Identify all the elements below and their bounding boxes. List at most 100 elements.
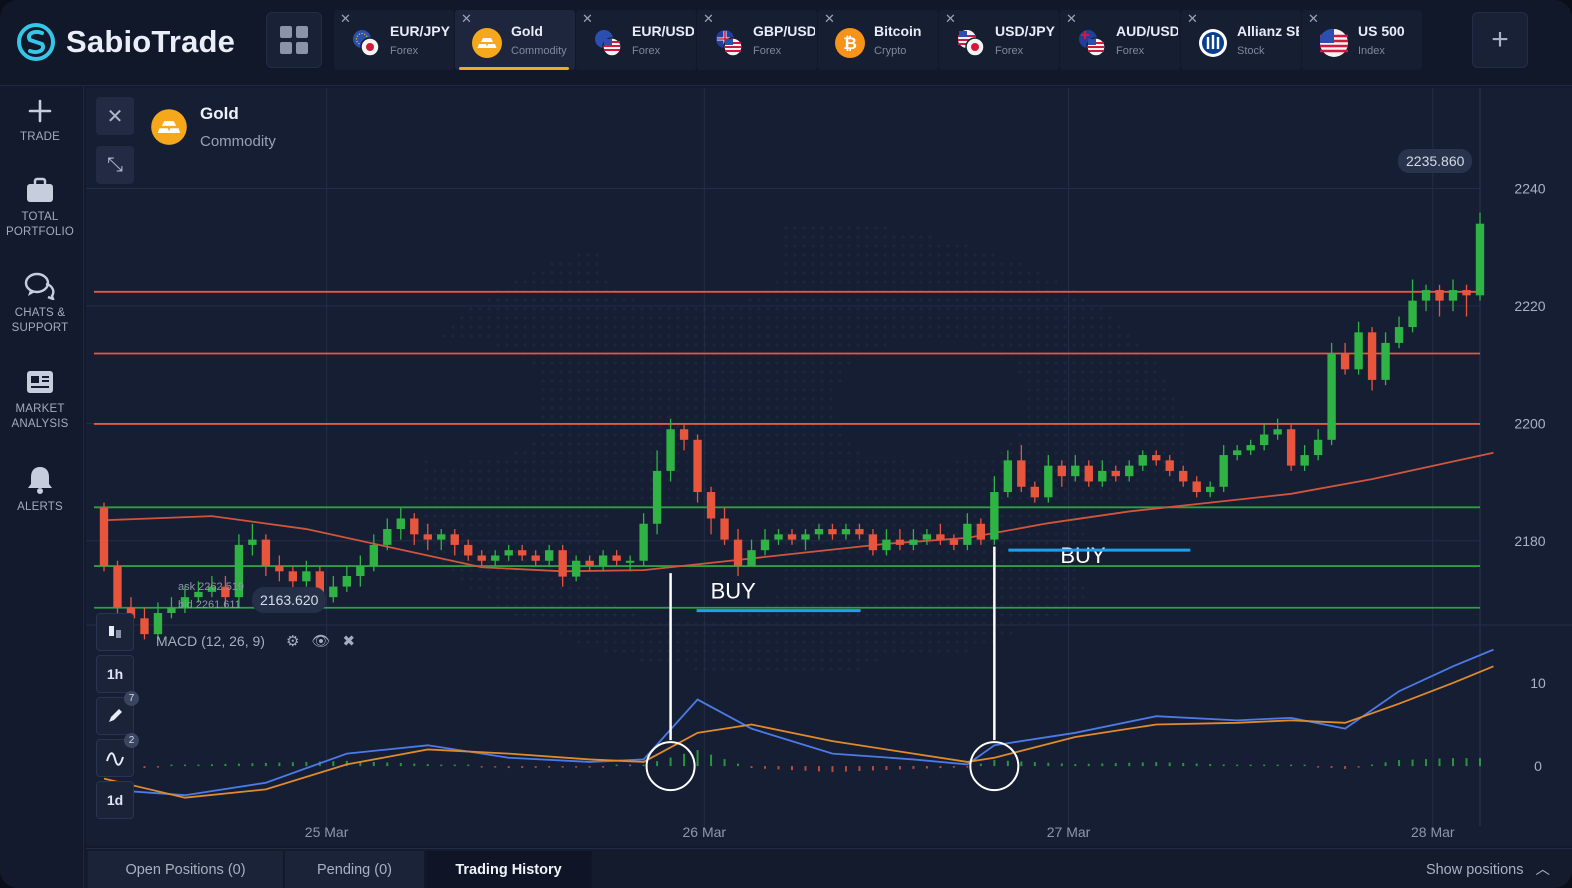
bottom-bar: Open Positions (0) Pending (0) Trading H… <box>86 848 1572 888</box>
asset-tab-allianz[interactable]: ✕ Allianz SE Stock <box>1181 10 1301 70</box>
macd-histogram-bar <box>750 766 753 769</box>
macd-histogram-bar <box>494 766 497 768</box>
macd-histogram-bar <box>1060 763 1063 767</box>
eye-icon[interactable]: 👁 <box>311 632 330 650</box>
top-bar: SabioTrade ✕ EUR/JPY Forex ✕ Gold Commod… <box>0 0 1572 86</box>
macd-histogram-bar <box>1371 764 1374 767</box>
add-asset-tab-button[interactable]: + <box>1472 12 1528 68</box>
macd-signal-line <box>103 665 1494 799</box>
asset-tab-aud-usd[interactable]: ✕ AUD/USD Forex <box>1060 10 1180 70</box>
tab-pending[interactable]: Pending (0) <box>285 851 425 888</box>
close-tab-icon[interactable]: ✕ <box>461 12 472 26</box>
show-positions-toggle[interactable]: Show positions ︿ <box>1426 851 1550 888</box>
close-tab-icon[interactable]: ✕ <box>1066 12 1077 26</box>
buy-label: BUY <box>1060 543 1106 568</box>
sidebar-item-total-portfolio[interactable]: TOTAL PORTFOLIO <box>0 176 80 240</box>
settings-gear-icon[interactable]: ⚙ <box>286 632 299 650</box>
asset-tab-eur-jpy[interactable]: ✕ EUR/JPY Forex <box>334 10 454 70</box>
candle-body <box>356 566 365 577</box>
candle-body <box>423 534 432 540</box>
date-tick-label: 27 Mar <box>1047 824 1091 840</box>
logo[interactable]: SabioTrade <box>16 20 235 64</box>
close-tab-icon[interactable]: ✕ <box>1187 12 1198 26</box>
macd-histogram-bar <box>710 754 713 767</box>
candle-body <box>261 539 271 567</box>
pencil-icon <box>109 709 122 722</box>
macd-histogram-bar <box>426 764 429 767</box>
remove-indicator-icon[interactable]: ✖ <box>343 632 356 650</box>
macd-histogram-bar <box>534 766 537 768</box>
macd-histogram-bar <box>156 766 159 768</box>
tab-type: Stock <box>1237 45 1265 57</box>
tab-type: Commodity <box>511 45 567 57</box>
macd-histogram-bar <box>898 766 901 770</box>
macd-histogram-bar <box>467 764 470 767</box>
timeframe-1h-button[interactable]: 1h <box>96 655 134 693</box>
indicators-count-badge: 2 <box>124 733 139 748</box>
macd-histogram-bar <box>143 766 146 769</box>
asset-tab-gold[interactable]: ✕ Gold Commodity <box>455 10 575 70</box>
tab-name: Allianz SE <box>1237 23 1299 39</box>
asset-tab-usd-jpy[interactable]: ✕ USD/JPY Forex <box>939 10 1059 70</box>
tab-name: USD/JPY <box>995 23 1055 39</box>
sidebar-item-label: ALERTS <box>17 501 63 513</box>
candle-body <box>666 429 675 471</box>
sidebar-item-label: MARKET ANALYSIS <box>11 403 69 430</box>
tab-open-positions[interactable]: Open Positions (0) <box>88 851 284 888</box>
macd-histogram-bar <box>1141 762 1144 767</box>
date-tick-label: 25 Mar <box>305 824 349 840</box>
macd-histogram-bar <box>1195 763 1198 767</box>
allianz-icon <box>1199 29 1227 57</box>
candle-body <box>1354 332 1363 370</box>
macd-histogram-bar <box>575 766 578 768</box>
macd-histogram-bar <box>966 766 969 768</box>
macd-histogram-bar <box>1155 762 1158 767</box>
close-tab-icon[interactable]: ✕ <box>703 12 714 26</box>
tab-name: GBP/USD <box>753 23 815 39</box>
timeframe-1d-button[interactable]: 1d <box>96 781 134 819</box>
candle-body <box>1098 470 1107 482</box>
drawing-tools-button[interactable]: 7 <box>96 691 139 735</box>
indicators-button[interactable]: 2 <box>96 733 139 777</box>
asset-tab-us500[interactable]: ✕ US 500 Index <box>1302 10 1422 70</box>
close-tab-icon[interactable]: ✕ <box>824 12 835 26</box>
candle-body <box>1408 300 1417 328</box>
macd-histogram-bar <box>817 766 820 772</box>
asset-tab-bitcoin[interactable]: ✕ ₿ Bitcoin Crypto <box>818 10 938 70</box>
close-tab-icon[interactable]: ✕ <box>1308 12 1319 26</box>
chart-panel[interactable]: 2180 2200 2220 2240 25 Mar 26 Mar 27 Mar 28 Mar… <box>86 88 1572 846</box>
close-tab-icon[interactable]: ✕ <box>582 12 593 26</box>
macd-histogram-bar <box>332 761 335 767</box>
ask-price: ask 2262.519 <box>178 581 245 593</box>
collapse-chart-button[interactable]: ⤡ <box>96 146 134 184</box>
close-tab-icon[interactable]: ✕ <box>340 12 351 26</box>
tab-name: EUR/USD <box>632 23 694 39</box>
candle-body <box>841 529 851 535</box>
close-tab-icon[interactable]: ✕ <box>945 12 956 26</box>
sidebar-item-trade[interactable]: TRADE <box>0 98 80 145</box>
candle-body <box>1206 486 1215 493</box>
sidebar-item-alerts[interactable]: ALERTS <box>0 464 80 515</box>
candle-body <box>1286 429 1296 466</box>
candle-body <box>990 492 999 540</box>
candle-body <box>1435 290 1444 301</box>
macd-histogram-bar <box>440 764 443 767</box>
asset-tab-gbp-usd[interactable]: ✕ GBP/USD Forex <box>697 10 817 70</box>
candle-body <box>571 560 581 577</box>
candle-body <box>1381 342 1390 380</box>
sidebar-item-market-analysis[interactable]: MARKET ANALYSIS <box>0 368 80 432</box>
macd-histogram-bar <box>777 766 780 770</box>
tab-trading-history[interactable]: Trading History <box>426 851 592 888</box>
chevron-up-icon: ︿ <box>1535 862 1551 878</box>
close-chart-button[interactable]: ✕ <box>96 97 134 135</box>
chart-type-button[interactable] <box>96 613 134 651</box>
candle-body <box>153 613 163 635</box>
macd-histogram-bar <box>278 762 281 767</box>
sidebar-item-chats-support[interactable]: CHATS & SUPPORT <box>0 272 80 336</box>
macd-histogram-bar <box>1047 762 1050 767</box>
layout-grid-button[interactable] <box>266 12 322 68</box>
tab-type: Forex <box>1116 45 1145 57</box>
asset-tab-eur-usd[interactable]: ✕ EUR/USD Forex <box>576 10 696 70</box>
world-map-background <box>424 226 1184 671</box>
price-chart[interactable]: 2180 2200 2220 2240 25 Mar 26 Mar 27 Mar 28 Mar… <box>86 88 1572 846</box>
